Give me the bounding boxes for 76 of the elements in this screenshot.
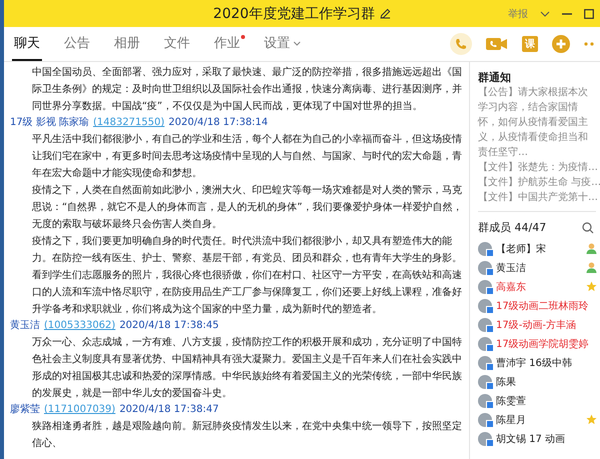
message-time: 2020/4/18 17:38:47 <box>119 403 219 417</box>
sender-name[interactable]: 廖紫莹 <box>10 402 40 418</box>
avatar[interactable] <box>478 394 492 408</box>
person-icon <box>586 262 597 273</box>
device-badge <box>486 306 494 314</box>
avatar[interactable] <box>478 280 492 294</box>
member-count: 群成员 44/47 <box>478 220 546 235</box>
avatar[interactable] <box>478 336 492 350</box>
sender-name[interactable]: 黄玉洁 <box>10 318 40 334</box>
member-name[interactable]: 陈雯萱 <box>496 394 526 408</box>
member-name[interactable]: 陈果 <box>496 374 516 388</box>
search-icon[interactable] <box>582 222 594 234</box>
member-name[interactable]: 17级动画二班林雨玲 <box>496 298 589 312</box>
member-name[interactable]: 黄玉洁 <box>496 260 526 274</box>
device-badge <box>486 286 494 294</box>
device-badge <box>486 344 494 352</box>
star-icon <box>586 414 597 425</box>
video-camera-icon[interactable] <box>486 37 508 51</box>
avatar[interactable] <box>478 356 492 370</box>
qq-number-link[interactable]: (1171007039) <box>44 402 116 418</box>
member-name[interactable]: 曹沛宇 16级中韩 <box>496 356 572 370</box>
tab[interactable]: 作业 <box>212 27 242 61</box>
avatar[interactable] <box>478 412 492 426</box>
tab[interactable]: 文件 <box>162 27 192 61</box>
member-name[interactable]: 胡文锡 17 动画 <box>496 432 566 446</box>
avatar[interactable] <box>478 260 492 274</box>
device-badge <box>486 248 494 256</box>
message-text: 平凡生活中我们都很渺小，有自己的学业和生活，每个人都在为自己的小幸福而奋斗，但这场疫情让我们宅在家中，有更多时间去思考这场疫情中呈现的人与自然、与国家、与时代的宏大命题，青年在宏大命题中才能实现使命和梦想。 <box>32 132 463 181</box>
member-name[interactable]: 陈星月 <box>496 412 526 426</box>
avatar[interactable] <box>478 374 492 388</box>
report-link[interactable]: 举报 <box>508 6 528 20</box>
tab[interactable]: 公告 <box>62 27 92 61</box>
device-badge <box>486 362 494 370</box>
maximize-icon[interactable] <box>584 8 594 18</box>
notice-title: 群通知 <box>478 71 511 84</box>
pencil-icon[interactable] <box>380 8 391 19</box>
message-time: 2020/4/18 17:38:14 <box>168 116 268 130</box>
message-time: 2020/4/18 17:38:45 <box>119 319 219 333</box>
notice-file-link[interactable]: 【文件】中国共产党第十… <box>478 190 596 205</box>
tab[interactable]: 设置 <box>262 27 303 61</box>
notice-file-link[interactable]: 【文件】张楚先：为疫情… <box>478 160 596 175</box>
tab[interactable]: 相册 <box>112 27 142 61</box>
qq-number-link[interactable]: (1005333062) <box>44 318 116 334</box>
message-text: 万众一心、众志成城，一方有难、八方支援，疫情防控工作的积极开展和成功，充分证明了中国特色社会主义制度具有显著优势、中国精神具有强大凝聚力。爱国主义是千百年来人们在社会实践中形成的对祖国极其忠诚和热爱的深厚情感。中华民族始终有着爱国主义的光荣传统，一部中华民族的发展史，就是一部中华儿女的爱国奋斗史。 <box>32 336 463 401</box>
device-badge <box>486 324 494 332</box>
window-title: 2020年度党建工作学习群 <box>213 4 375 22</box>
member-name[interactable]: 【老师】宋 <box>496 242 546 256</box>
member-name[interactable]: 高嘉东 <box>496 280 526 294</box>
chevron-down-icon[interactable] <box>540 10 550 16</box>
device-badge <box>486 382 494 390</box>
message-text: 狭路相逢勇者胜，越是艰险越向前。新冠肺炎疫情发生以来，在党中央集中统一领导下，按照坚定信心、 <box>32 420 463 451</box>
qq-number-link[interactable]: (1483271550) <box>93 115 165 131</box>
notification-dot <box>241 35 245 39</box>
member-name[interactable]: 17级-动画-方丰涵 <box>496 318 576 332</box>
member-name[interactable]: 17级动画学院胡雯婷 <box>496 336 589 350</box>
caret-icon <box>293 40 301 46</box>
message-text: 中国全国动员、全面部署、强力应对，采取了最快速、最广泛的防控举措，很多措施远远超出《国际卫生条例》的规定：及时向世卫组织以及国际社会作出通报，快速分离病毒、进行基因测序，并同世界分享数据。中国战“疫”，不仅仅是为中国人民而战，更体现了中国对世界的担当。 <box>32 66 463 114</box>
avatar[interactable] <box>478 298 492 312</box>
plus-icon[interactable] <box>552 35 570 53</box>
device-badge <box>486 438 494 446</box>
sender-name[interactable]: 17级 影视 陈家瑜 <box>10 115 90 131</box>
device-badge <box>486 400 494 408</box>
avatar[interactable] <box>478 242 492 256</box>
avatar[interactable] <box>478 318 492 332</box>
star-icon <box>586 281 597 292</box>
more-icon[interactable] <box>584 42 594 46</box>
device-badge <box>486 420 494 428</box>
message-text: 疫情之下，我们要更加明确自身的时代责任。时代洪流中我们都很渺小，却又具有塑造伟大的能力。在防控一线有医生、护士、警察、基层干部，有党员、团员和群众，也有青年大学生的身影。看到学生们志愿服务的照片，我很心疼也很骄傲，你们在村口、社区守一方平安，在高铁站和高速口的人流和车流中恪尽职守，在防疫用品生产工厂参与保障复工，你们还要上好线上课程，准备好升学备考和求职就业，你们将成为这个国家的中坚力量，成为新时代的塑造者。 <box>32 234 463 317</box>
message-text: 疫情之下，人类在自然面前如此渺小，澳洲大火、印巴蝗灾等每一场灾难都是对人类的警示，马克思说：“自然界，就它不是人的身体而言，是人的无机的身体”，我们要像爱护身体一样爱护自然，无度的索取与破坏最终只会伤害人类自身。 <box>32 184 464 232</box>
tab[interactable]: 聊天 <box>12 27 42 61</box>
device-badge <box>486 268 494 276</box>
phone-icon[interactable] <box>450 33 472 55</box>
avatar[interactable] <box>478 432 492 446</box>
notice-text[interactable]: 【公告】请大家根据本次学习内容，结合家国情怀，如何从疫情看爱国主义，从疫情看使命担当和责任坚守… <box>478 85 596 160</box>
person-icon <box>586 243 597 254</box>
minimize-icon[interactable] <box>562 12 572 14</box>
